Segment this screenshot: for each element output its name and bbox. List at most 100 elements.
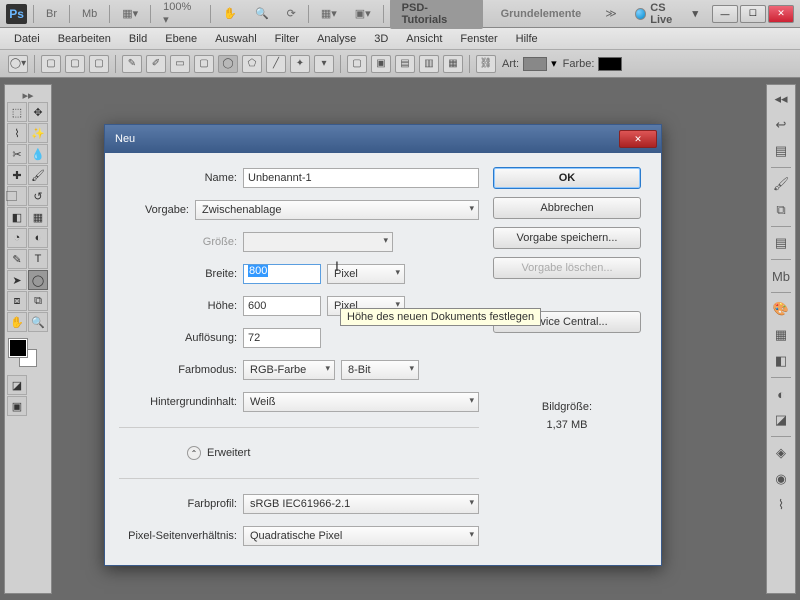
ellipse-icon[interactable]: ◯ xyxy=(218,55,238,73)
background-dropdown[interactable]: Weiß xyxy=(243,392,479,412)
cancel-button[interactable]: Abbrechen xyxy=(493,197,641,219)
screenmode-tool[interactable]: ▣ xyxy=(7,396,27,416)
minimize-button[interactable]: — xyxy=(712,5,738,23)
workspace-tab-1[interactable]: PSD-Tutorials xyxy=(390,0,483,29)
styles-panel-icon[interactable]: ◧ xyxy=(771,351,791,371)
resolution-field[interactable] xyxy=(243,328,321,348)
channels-panel-icon[interactable]: ◉ xyxy=(771,469,791,489)
combine-subtract-icon[interactable]: ▤ xyxy=(395,55,415,73)
hand-tool-icon[interactable]: ✋ xyxy=(217,5,243,22)
paths-panel-icon[interactable]: ⌇ xyxy=(771,495,791,515)
panel-collapse-icon[interactable]: ▸▸ xyxy=(7,89,49,102)
hand-tool[interactable]: ✋ xyxy=(7,312,27,332)
path-icon[interactable]: ▢ xyxy=(65,55,85,73)
aspect-dropdown[interactable]: Quadratische Pixel xyxy=(243,526,479,546)
line-icon[interactable]: ╱ xyxy=(266,55,286,73)
shape-layer-icon[interactable]: ▢ xyxy=(41,55,61,73)
zoom-level-dropdown[interactable]: 100% ▾ xyxy=(157,0,204,28)
stamp-tool[interactable]: ⃞ xyxy=(7,186,27,206)
more-workspaces-icon[interactable]: ≫ xyxy=(599,5,623,22)
polygon-icon[interactable]: ⬠ xyxy=(242,55,262,73)
link-icon[interactable]: ⛓ xyxy=(476,55,496,73)
zoom-tool-icon[interactable]: 🔍 xyxy=(249,5,275,22)
shape-tool[interactable]: ◯ xyxy=(28,270,48,290)
3d-camera-tool[interactable]: ⧉ xyxy=(28,291,48,311)
pen-icon[interactable]: ✎ xyxy=(122,55,142,73)
height-field[interactable] xyxy=(243,296,321,316)
workspace-tab-2[interactable]: Grundelemente xyxy=(489,5,594,23)
type-tool[interactable]: T xyxy=(28,249,48,269)
gradient-tool[interactable]: ▦ xyxy=(28,207,48,227)
path-select-tool[interactable]: ➤ xyxy=(7,270,27,290)
marquee-tool[interactable]: ⬚ xyxy=(7,102,27,122)
heal-tool[interactable]: ✚ xyxy=(7,165,27,185)
minibridge-icon[interactable]: Mb xyxy=(76,6,103,22)
ok-button[interactable]: OK xyxy=(493,167,641,189)
eyedropper-tool[interactable]: 💧 xyxy=(28,144,48,164)
crop-tool[interactable]: ✂ xyxy=(7,144,27,164)
dialog-close-button[interactable]: ✕ xyxy=(619,130,657,148)
blur-tool[interactable]: ◔ xyxy=(7,228,27,248)
bridge-icon[interactable]: Br xyxy=(40,6,63,22)
rect-icon[interactable]: ▭ xyxy=(170,55,190,73)
menu-datei[interactable]: Datei xyxy=(6,31,48,47)
maximize-button[interactable]: ☐ xyxy=(740,5,766,23)
shape-options-icon[interactable]: ▾ xyxy=(314,55,334,73)
style-swatch[interactable] xyxy=(523,57,547,71)
combine-intersect-icon[interactable]: ▥ xyxy=(419,55,439,73)
combine-new-icon[interactable]: ▢ xyxy=(347,55,367,73)
move-tool[interactable]: ✥ xyxy=(28,102,48,122)
pen-tool[interactable]: ✎ xyxy=(7,249,27,269)
close-button[interactable]: ✕ xyxy=(768,5,794,23)
fill-pixels-icon[interactable]: ▢ xyxy=(89,55,109,73)
cs-live-button[interactable]: CS Live ▾ xyxy=(635,2,698,26)
screen-mode-icon[interactable]: ▣▾ xyxy=(349,5,377,22)
freeform-pen-icon[interactable]: ✐ xyxy=(146,55,166,73)
advanced-expander[interactable]: ⌃ Erweitert xyxy=(187,446,250,460)
history-panel-icon[interactable]: ↩ xyxy=(771,115,791,135)
round-rect-icon[interactable]: ▢ xyxy=(194,55,214,73)
menu-ebene[interactable]: Ebene xyxy=(157,31,205,47)
history-brush-tool[interactable]: ↺ xyxy=(28,186,48,206)
layers2-panel-icon[interactable]: ◈ xyxy=(771,443,791,463)
dialog-titlebar[interactable]: Neu ✕ xyxy=(105,125,661,153)
swatches-panel-icon[interactable]: ▦ xyxy=(771,325,791,345)
preset-dropdown[interactable]: Zwischenablage xyxy=(195,200,479,220)
quickmask-tool[interactable]: ◪ xyxy=(7,375,27,395)
adjustments-panel-icon[interactable]: ◐ xyxy=(771,384,791,404)
menu-bild[interactable]: Bild xyxy=(121,31,155,47)
colormode-dropdown[interactable]: RGB-Farbe xyxy=(243,360,335,380)
wand-tool[interactable]: ✨ xyxy=(28,123,48,143)
name-field[interactable] xyxy=(243,168,479,188)
combine-exclude-icon[interactable]: ▦ xyxy=(443,55,463,73)
menu-bearbeiten[interactable]: Bearbeiten xyxy=(50,31,119,47)
combine-add-icon[interactable]: ▣ xyxy=(371,55,391,73)
lasso-tool[interactable]: ⌇ xyxy=(7,123,27,143)
minibridge-panel-icon[interactable]: Mb xyxy=(771,266,791,286)
layers-panel-icon[interactable]: ▤ xyxy=(771,233,791,253)
fg-color-swatch[interactable] xyxy=(9,339,27,357)
tool-preset-icon[interactable]: ◯▾ xyxy=(8,55,28,73)
eraser-tool[interactable]: ◧ xyxy=(7,207,27,227)
menu-auswahl[interactable]: Auswahl xyxy=(207,31,265,47)
dodge-tool[interactable]: ◐ xyxy=(28,228,48,248)
menu-fenster[interactable]: Fenster xyxy=(452,31,505,47)
menu-3d[interactable]: 3D xyxy=(366,31,396,47)
width-field[interactable]: 800 xyxy=(243,264,321,284)
brush-tool[interactable]: 🖌 xyxy=(28,165,48,185)
actions-panel-icon[interactable]: ▤ xyxy=(771,141,791,161)
color-swatches[interactable] xyxy=(7,339,47,371)
menu-ansicht[interactable]: Ansicht xyxy=(398,31,450,47)
menu-filter[interactable]: Filter xyxy=(267,31,307,47)
zoom-tool[interactable]: 🔍 xyxy=(28,312,48,332)
arrange-docs-icon[interactable]: ▦▾ xyxy=(315,5,343,22)
menu-analyse[interactable]: Analyse xyxy=(309,31,364,47)
save-preset-button[interactable]: Vorgabe speichern... xyxy=(493,227,641,249)
width-unit-dropdown[interactable]: Pixel xyxy=(327,264,405,284)
color-panel-icon[interactable]: 🎨 xyxy=(771,299,791,319)
brushes-panel-icon[interactable]: 🖌 xyxy=(771,174,791,194)
menu-hilfe[interactable]: Hilfe xyxy=(508,31,546,47)
panel-expand-icon[interactable]: ◂◂ xyxy=(771,89,791,109)
view-extras-icon[interactable]: ▦▾ xyxy=(116,5,144,22)
bitdepth-dropdown[interactable]: 8-Bit xyxy=(341,360,419,380)
